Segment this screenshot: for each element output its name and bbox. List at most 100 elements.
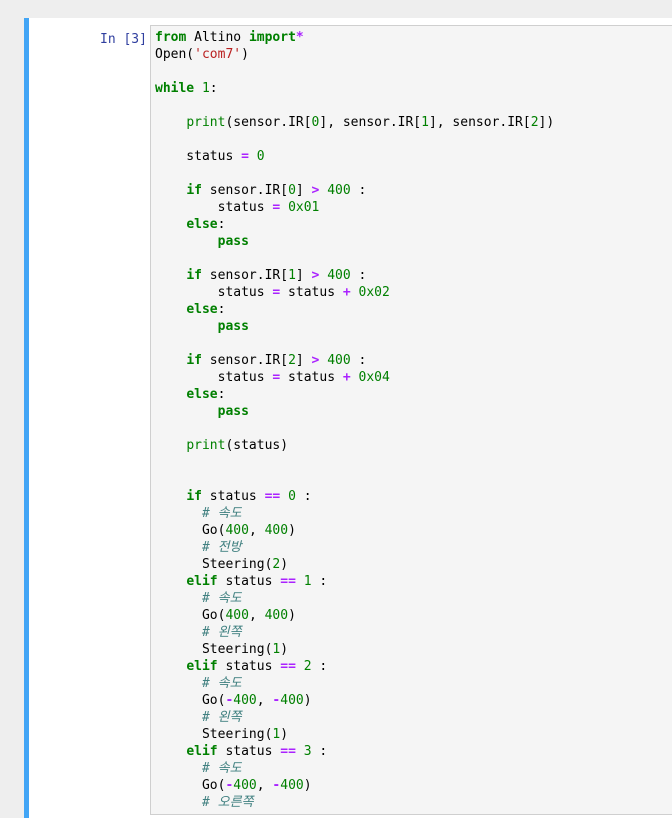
code-token: : [295, 489, 312, 504]
code-line[interactable]: Go(-400, -400) [155, 777, 554, 794]
code-token: ] [295, 353, 312, 368]
code-token: status [155, 370, 273, 385]
code-line[interactable] [155, 97, 554, 114]
code-line[interactable]: if sensor.IR[0] > 400 : [155, 182, 554, 199]
code-token: 400 [327, 183, 351, 198]
code-token: == [280, 659, 296, 674]
code-line[interactable]: # 왼쪽 [155, 624, 554, 641]
code-line[interactable]: # 전방 [155, 539, 554, 556]
code-line[interactable]: Go(400, 400) [155, 522, 554, 539]
code-token: == [280, 744, 296, 759]
code-line[interactable]: if sensor.IR[1] > 400 : [155, 267, 554, 284]
code-token: ) [288, 523, 296, 538]
code-token: 400 [280, 778, 304, 793]
code-token: else [186, 217, 218, 232]
code-line[interactable] [155, 471, 554, 488]
code-line[interactable]: Open('com7') [155, 46, 554, 63]
code-line[interactable]: Steering(1) [155, 641, 554, 658]
code-token: # 속도 [201, 676, 242, 691]
code-token: 400 [225, 523, 249, 538]
code-token: elif [186, 659, 218, 674]
code-token: 400 [225, 608, 249, 623]
code-line[interactable]: else: [155, 301, 554, 318]
code-line[interactable]: status = status + 0x04 [155, 369, 554, 386]
code-token: from [155, 30, 187, 45]
code-line[interactable] [155, 131, 554, 148]
code-token: + [342, 370, 351, 385]
code-line[interactable]: Go(-400, -400) [155, 692, 554, 709]
code-line[interactable]: # 속도 [155, 505, 554, 522]
code-line[interactable] [155, 165, 554, 182]
code-line[interactable] [155, 335, 554, 352]
code-token: status [155, 285, 273, 300]
code-line[interactable]: # 속도 [155, 590, 554, 607]
code-line[interactable]: elif status == 1 : [155, 573, 554, 590]
code-token: pass [217, 234, 249, 249]
code-line[interactable]: if status == 0 : [155, 488, 554, 505]
code-token: print [186, 115, 226, 130]
code-cell[interactable]: In [3]: from Altino import* Open('com7') … [24, 18, 672, 818]
code-line[interactable]: pass [155, 233, 554, 250]
code-token: 400 [233, 778, 257, 793]
code-token: if [186, 268, 202, 283]
code-line[interactable]: # 오른쪽 [155, 794, 554, 811]
code-editor[interactable]: from Altino import* Open('com7') while 1:… [150, 25, 672, 815]
code-token: ) [280, 557, 289, 572]
code-line[interactable] [155, 420, 554, 437]
code-token: , [248, 608, 265, 623]
code-line[interactable]: elif status == 2 : [155, 658, 554, 675]
code-token: ] [295, 268, 312, 283]
code-token: # 속도 [201, 506, 242, 521]
code-line[interactable]: from Altino import* [155, 29, 554, 46]
code-line[interactable]: # 왼쪽 [155, 709, 554, 726]
code-token: : [217, 387, 226, 402]
code-token: * [295, 30, 304, 45]
code-line[interactable]: print(status) [155, 437, 554, 454]
code-token: ) [280, 727, 289, 742]
code-line[interactable]: status = status + 0x02 [155, 284, 554, 301]
code-token: 400 [327, 353, 351, 368]
code-token: status [217, 744, 281, 759]
code-line[interactable] [155, 63, 554, 80]
code-line[interactable]: pass [155, 403, 554, 420]
code-line[interactable]: status = 0 [155, 148, 554, 165]
code-line[interactable]: # 속도 [155, 760, 554, 777]
code-token: : [209, 81, 218, 96]
code-token: 3 [303, 744, 312, 759]
code-token: ], sensor.IR[ [428, 115, 531, 130]
code-token: ) [303, 693, 312, 708]
code-line[interactable]: Go(400, 400) [155, 607, 554, 624]
code-line[interactable]: elif status == 3 : [155, 743, 554, 760]
code-line[interactable]: # 속도 [155, 675, 554, 692]
code-line[interactable]: Steering(2) [155, 556, 554, 573]
code-token: , [248, 523, 265, 538]
code-line[interactable]: print(sensor.IR[0], sensor.IR[1], sensor… [155, 114, 554, 131]
code-token: ) [303, 778, 312, 793]
code-line[interactable] [155, 250, 554, 267]
code-line[interactable]: pass [155, 318, 554, 335]
code-content[interactable]: from Altino import* Open('com7') while 1:… [155, 29, 554, 811]
code-token: ], sensor.IR[ [319, 115, 422, 130]
code-line[interactable]: else: [155, 386, 554, 403]
code-line[interactable] [155, 454, 554, 471]
code-token: sensor.IR[ [201, 353, 289, 368]
code-token: 0x04 [358, 370, 390, 385]
code-line[interactable]: else: [155, 216, 554, 233]
code-token: Steering( [155, 727, 273, 742]
code-line[interactable]: Steering(1) [155, 726, 554, 743]
code-line[interactable]: if sensor.IR[2] > 400 : [155, 352, 554, 369]
code-line[interactable]: while 1: [155, 80, 554, 97]
code-token: pass [217, 404, 249, 419]
code-line[interactable]: status = 0x01 [155, 199, 554, 216]
code-token: ) [241, 47, 249, 62]
